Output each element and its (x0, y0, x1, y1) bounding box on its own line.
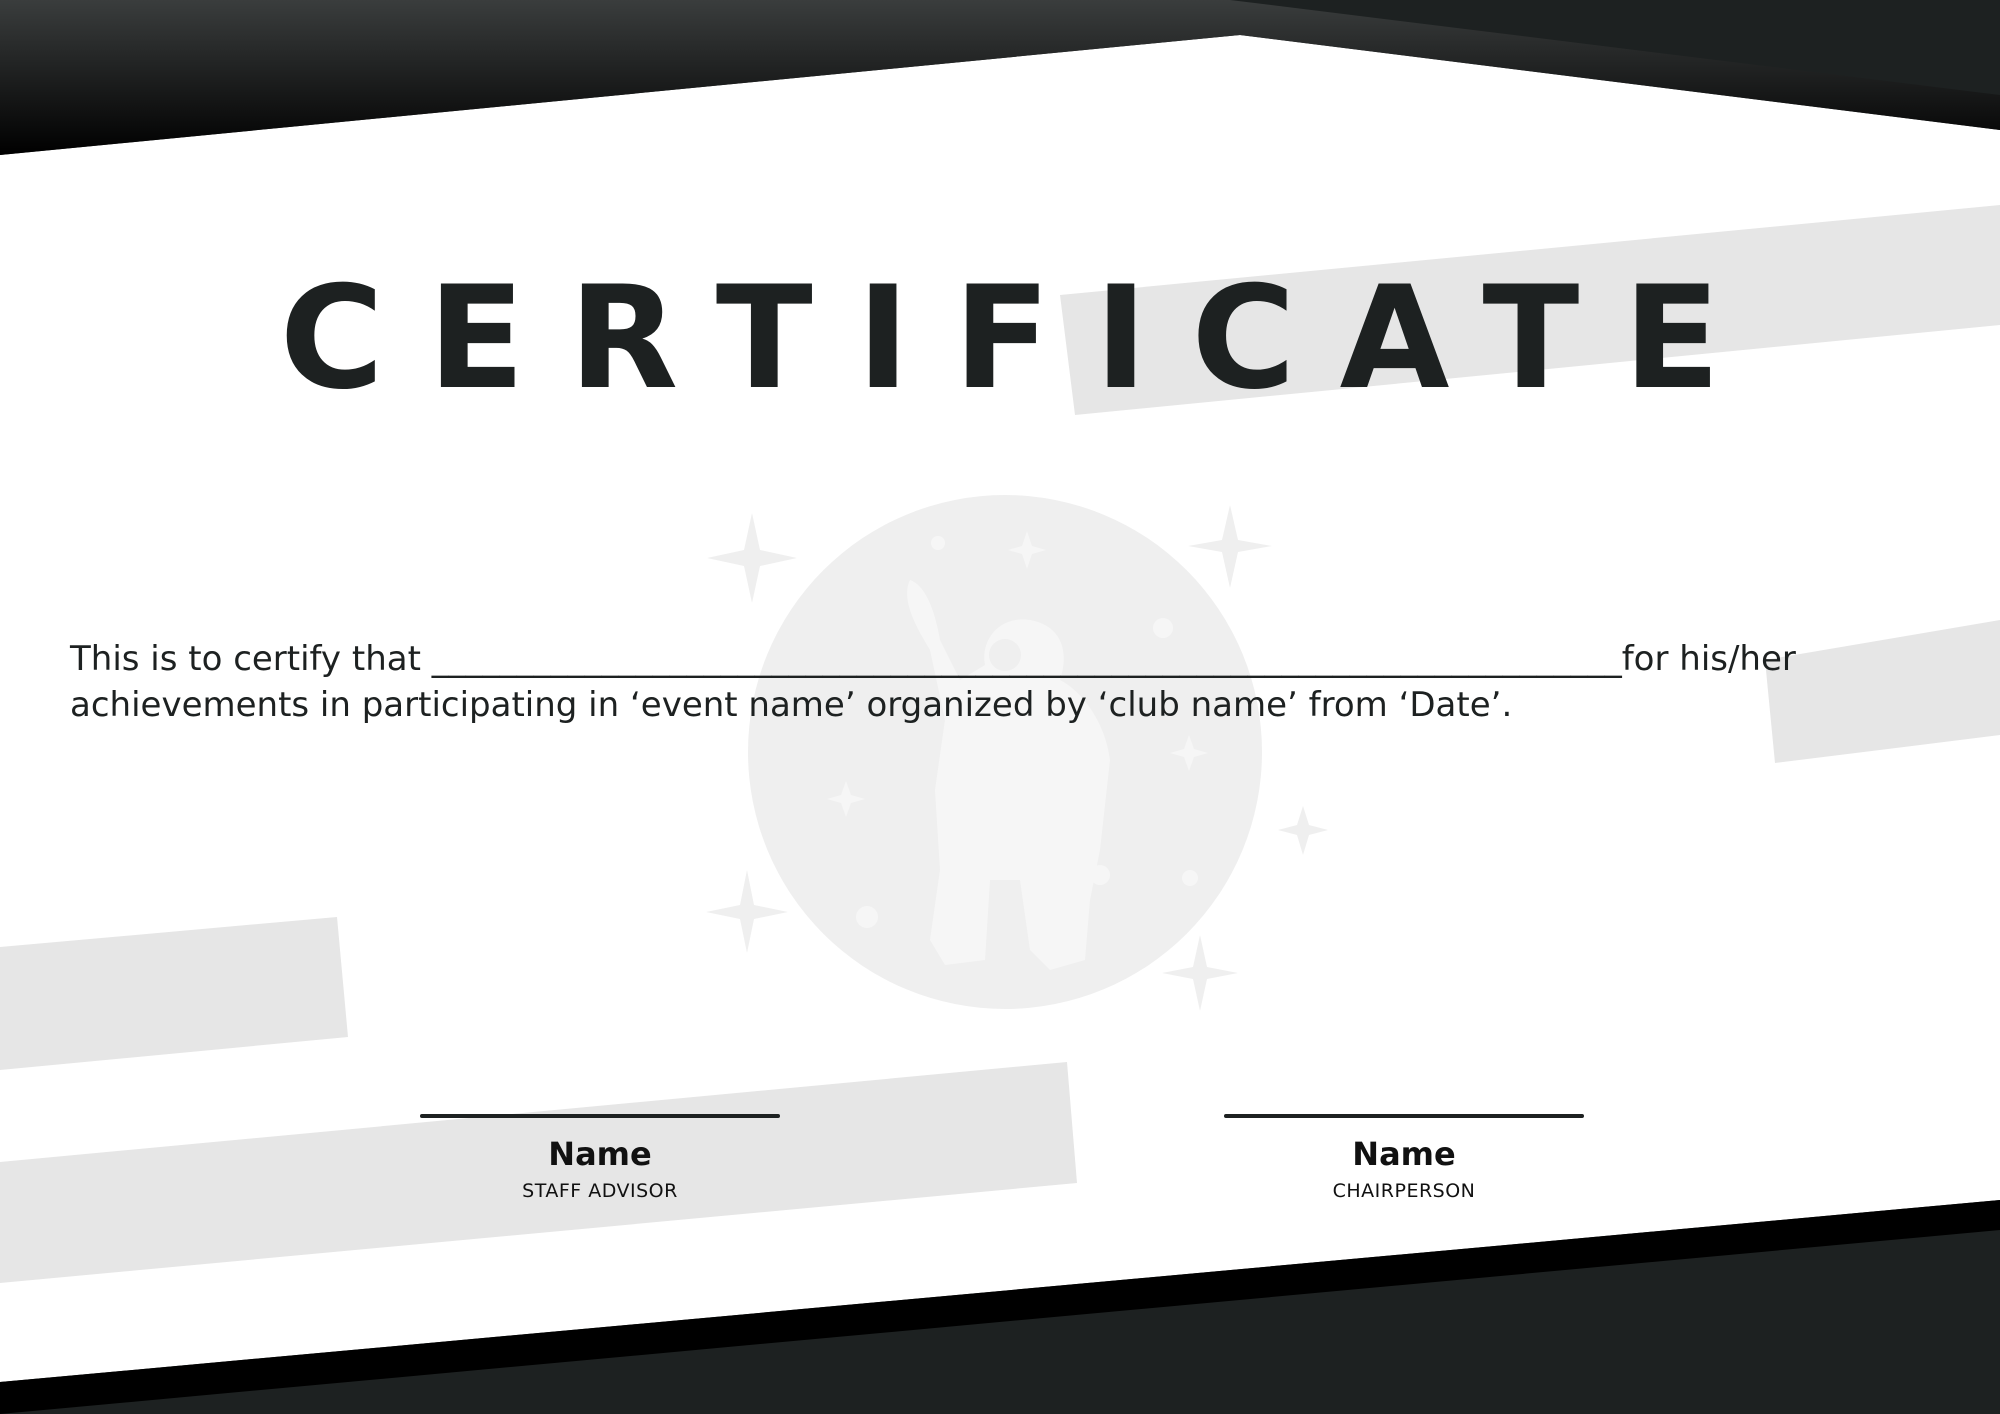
signature-role: STAFF ADVISOR (522, 1180, 678, 1202)
signature-staff-advisor: Name STAFF ADVISOR (420, 1114, 780, 1202)
grey-band-left (0, 917, 348, 1070)
signature-name: Name (548, 1135, 652, 1173)
certificate-body-line-1: This is to certify that ________________… (70, 639, 1796, 679)
certificate-body: This is to certify that ________________… (70, 636, 1950, 728)
signature-line (420, 1114, 780, 1118)
certificate-body-line-2: achievements in participating in ‘event … (70, 685, 1513, 725)
astronaut-with-stars-icon (706, 495, 1328, 1011)
signature-role: CHAIRPERSON (1332, 1180, 1476, 1202)
certificate-title: CERTIFICATE (279, 256, 1765, 421)
signature-line (1224, 1114, 1584, 1118)
signature-name: Name (1352, 1135, 1456, 1173)
signature-chairperson: Name CHAIRPERSON (1224, 1114, 1584, 1202)
